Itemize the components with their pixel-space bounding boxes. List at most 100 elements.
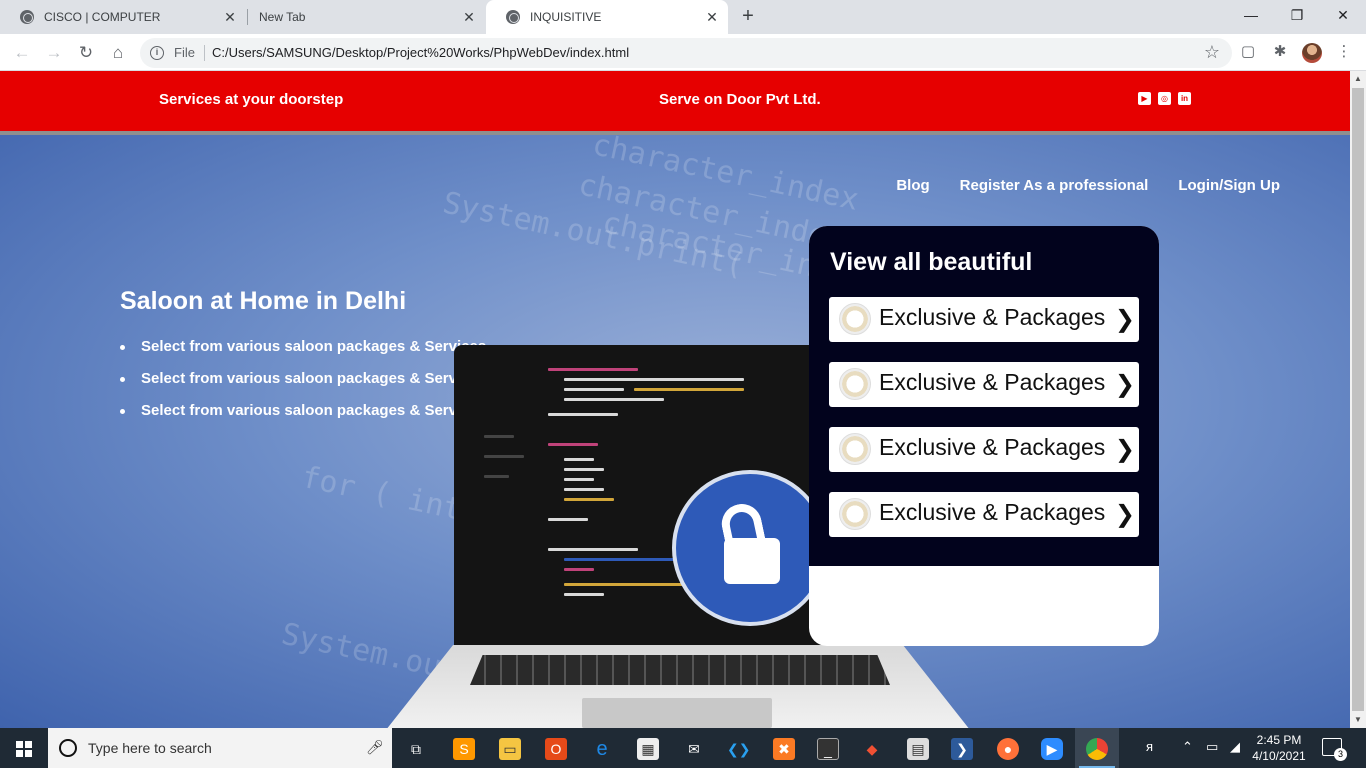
profile-avatar[interactable]	[1302, 43, 1322, 63]
taskbar-search[interactable]: Type here to search 🎤︎	[48, 728, 392, 768]
store-icon[interactable]: ▦	[626, 728, 670, 768]
people-icon[interactable]: ᴙ	[1146, 739, 1153, 754]
package-logo-icon	[839, 368, 871, 400]
reload-icon[interactable]: ↻	[74, 41, 98, 65]
address-bar[interactable]: i File C:/Users/SAMSUNG/Desktop/Project%…	[140, 38, 1232, 68]
extension-icon[interactable]: ▢	[1238, 42, 1258, 62]
xampp-icon[interactable]: ✖	[762, 728, 806, 768]
tagline: Services at your doorstep	[159, 91, 344, 108]
youtube-icon[interactable]: ▶	[1138, 92, 1151, 105]
browser-toolbar: ← → ↻ ⌂ i File C:/Users/SAMSUNG/Desktop/…	[0, 34, 1366, 71]
bookmark-star-icon[interactable]: ☆	[1204, 42, 1220, 63]
taskbar-clock[interactable]: 2:45 PM 4/10/2021	[1250, 732, 1308, 764]
main-nav: Blog Register As a professional Login/Si…	[896, 177, 1280, 194]
firefox-icon[interactable]: ●	[986, 728, 1030, 768]
notification-badge: 3	[1334, 748, 1347, 761]
mail-icon[interactable]: ✉	[672, 728, 716, 768]
package-logo-icon	[839, 303, 871, 335]
powershell-icon[interactable]: ❯	[940, 728, 984, 768]
task-view-icon[interactable]: ⧉	[394, 728, 438, 768]
category-panel: View all beautiful Exclusive & Packages …	[809, 226, 1159, 646]
tab-title: INQUISITIVE	[530, 10, 602, 24]
sublime-text-icon[interactable]: S	[442, 728, 486, 768]
chrome-icon[interactable]	[1075, 728, 1119, 768]
tab-title: New Tab	[259, 10, 306, 24]
zoom-icon[interactable]: ▶	[1030, 728, 1074, 768]
windows-logo-icon	[16, 741, 32, 757]
chevron-right-icon: ❯	[1114, 436, 1135, 463]
laptop-trackpad	[582, 698, 772, 728]
scrollbar-thumb[interactable]	[1352, 88, 1364, 711]
browser-tab-active[interactable]: INQUISITIVE ✕	[486, 0, 728, 34]
maximize-button[interactable]: ❐	[1274, 0, 1320, 30]
git-icon[interactable]: ◆	[850, 728, 894, 768]
start-button[interactable]	[0, 728, 48, 768]
nav-link-login[interactable]: Login/Sign Up	[1178, 177, 1280, 194]
package-logo-icon	[839, 433, 871, 465]
cortana-icon	[59, 739, 77, 757]
file-explorer-icon[interactable]: ▭	[488, 728, 532, 768]
tab-close-icon[interactable]: ✕	[222, 9, 238, 25]
microphone-icon[interactable]: 🎤︎	[366, 739, 384, 756]
menu-kebab-icon[interactable]: ⋮	[1334, 42, 1354, 62]
windows-taskbar: Type here to search 🎤︎ ⧉ S ▭ O e ▦ ✉ ❮❯ …	[0, 728, 1366, 768]
office-icon[interactable]: O	[534, 728, 578, 768]
new-tab-button[interactable]: +	[738, 6, 758, 26]
scroll-down-arrow-icon[interactable]: ▼	[1350, 712, 1366, 728]
package-label: Exclusive & Packages	[879, 304, 1106, 330]
battery-icon[interactable]: ▭	[1206, 739, 1218, 755]
top-bar: Services at your doorstep Serve on Door …	[0, 71, 1350, 131]
forward-arrow-icon[interactable]: →	[42, 41, 66, 65]
tab-title: CISCO | COMPUTER	[44, 10, 161, 24]
package-label: Exclusive & Packages	[879, 434, 1106, 460]
package-card[interactable]: Exclusive & Packages ❯	[829, 492, 1139, 537]
tab-close-icon[interactable]: ✕	[704, 9, 720, 25]
package-label: Exclusive & Packages	[879, 369, 1106, 395]
package-card[interactable]: Exclusive & Packages ❯	[829, 297, 1139, 342]
laptop-keyboard	[470, 655, 890, 685]
nav-link-register[interactable]: Register As a professional	[960, 177, 1149, 194]
search-placeholder: Type here to search	[88, 740, 212, 756]
close-window-button[interactable]: ✕	[1320, 0, 1366, 30]
chevron-right-icon: ❯	[1114, 306, 1135, 333]
browser-tab[interactable]: CISCO | COMPUTER ✕	[0, 0, 246, 34]
page-scrollbar[interactable]: ▲ ▼	[1350, 71, 1366, 728]
home-icon[interactable]: ⌂	[106, 41, 130, 65]
chevron-right-icon: ❯	[1114, 501, 1135, 528]
back-arrow-icon[interactable]: ←	[10, 41, 34, 65]
omnibox-separator	[204, 45, 205, 61]
package-card[interactable]: Exclusive & Packages ❯	[829, 362, 1139, 407]
url-text[interactable]: C:/Users/SAMSUNG/Desktop/Project%20Works…	[212, 45, 629, 60]
terminal-icon[interactable]: _	[806, 728, 850, 768]
wifi-icon[interactable]: ◢	[1230, 739, 1240, 755]
vscode-icon[interactable]: ❮❯	[716, 728, 760, 768]
browser-tab-strip: CISCO | COMPUTER ✕ New Tab ✕ INQUISITIVE…	[0, 0, 1366, 34]
minimize-button[interactable]: —	[1228, 0, 1274, 30]
clock-date: 4/10/2021	[1252, 749, 1306, 763]
globe-icon	[506, 10, 520, 24]
clock-time: 2:45 PM	[1256, 733, 1302, 747]
browser-tab[interactable]: New Tab ✕	[239, 0, 485, 34]
category-panel-header: View all beautiful Exclusive & Packages …	[809, 226, 1159, 566]
scroll-up-arrow-icon[interactable]: ▲	[1350, 71, 1366, 87]
package-logo-icon	[839, 498, 871, 530]
chevron-right-icon: ❯	[1114, 371, 1135, 398]
page-viewport: Services at your doorstep Serve on Door …	[0, 71, 1350, 728]
linkedin-icon[interactable]: in	[1178, 92, 1191, 105]
package-label: Exclusive & Packages	[879, 499, 1106, 525]
tab-close-icon[interactable]: ✕	[461, 9, 477, 25]
pdf-icon[interactable]: ▤	[896, 728, 940, 768]
instagram-icon[interactable]: ◎	[1158, 92, 1171, 105]
scheme-label: File	[174, 45, 195, 60]
company-name: Serve on Door Pvt Ltd.	[659, 91, 821, 108]
panel-title: View all beautiful	[830, 248, 1033, 276]
edge-icon[interactable]: e	[580, 728, 624, 768]
globe-icon	[20, 10, 34, 24]
package-card[interactable]: Exclusive & Packages ❯	[829, 427, 1139, 472]
nav-link-blog[interactable]: Blog	[896, 177, 929, 194]
hero-section: character_index character_index characte…	[0, 135, 1350, 728]
chevron-up-icon[interactable]: ⌃	[1182, 739, 1193, 755]
extensions-puzzle-icon[interactable]: ✱	[1270, 42, 1290, 62]
hero-title: Saloon at Home in Delhi	[120, 287, 407, 315]
info-icon[interactable]: i	[150, 46, 164, 60]
